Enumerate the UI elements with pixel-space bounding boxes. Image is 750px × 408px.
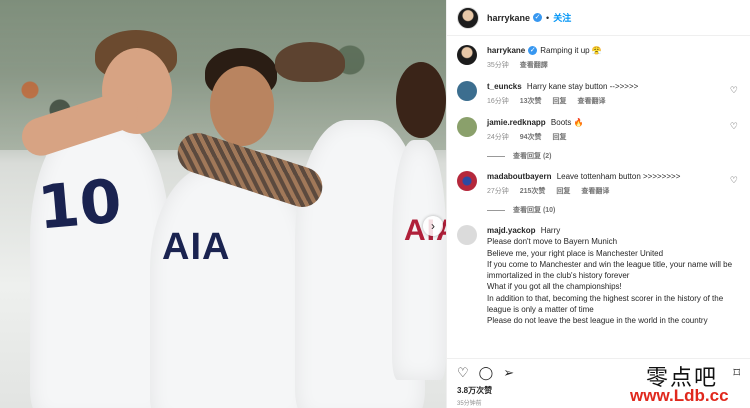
caption: harrykane ✓ Ramping it up 😤 35分钟 查看翻譯 — [457, 45, 740, 71]
comment-time: 24分钟 — [487, 134, 509, 141]
comment-text-line: Believe me, your right place is Manchest… — [487, 248, 664, 258]
comment-text-line: Harry — [540, 226, 561, 235]
verified-badge-icon: ✓ — [528, 46, 538, 56]
comment-avatar[interactable] — [457, 225, 477, 245]
verified-badge-icon: ✓ — [533, 13, 543, 22]
player-far-right — [392, 140, 446, 380]
comment-avatar[interactable] — [457, 117, 477, 137]
caption-meta: 35分钟 查看翻譯 — [487, 60, 740, 71]
player-center-head — [210, 66, 274, 146]
comment-text-line: Please do not leave the best league in t… — [487, 316, 708, 326]
comment-likes[interactable]: 13次赞 — [520, 98, 542, 105]
comment-body: t_euncks Harry kane stay button -->>>>> … — [487, 81, 740, 107]
comment-text-line: Please don't move to Bayern Munich — [487, 237, 618, 247]
player-left — [30, 120, 170, 408]
comment-translate-link[interactable]: 查看翻译 — [577, 98, 605, 105]
comment-text: Boots 🔥 — [550, 118, 584, 127]
author-username[interactable]: harrykane — [487, 13, 530, 23]
comment-avatar[interactable] — [457, 81, 477, 101]
comment-text-line: In addition to that, becoming the highes… — [487, 293, 724, 315]
post-header: harrykane ✓ • 关注 — [447, 0, 750, 36]
comment-reply-button[interactable]: 回复 — [556, 188, 570, 195]
comment-time: 27分钟 — [487, 188, 509, 195]
caption-body: harrykane ✓ Ramping it up 😤 35分钟 查看翻譯 — [487, 45, 740, 71]
player-left-number: 10 — [35, 166, 125, 244]
comment-item: jamie.redknapp Boots 🔥 24分钟 94次赞 回复 ♡ — [457, 117, 740, 143]
view-replies-button[interactable]: 查看回复 (2) — [487, 151, 740, 161]
comment-reply-button[interactable]: 回复 — [553, 134, 567, 141]
next-image-button[interactable]: › — [423, 216, 443, 236]
post-side-panel: harrykane ✓ • 关注 harrykane ✓ Ramping it up… — [446, 0, 750, 408]
comment-text-line: If you come to Manchester and win the le… — [487, 259, 733, 281]
comment-item: t_euncks Harry kane stay button -->>>>> … — [457, 81, 740, 107]
comment-body: majd.yackop Harry Please don't move to B… — [487, 225, 740, 327]
comment-item: madaboutbayern Leave tottenham button >>… — [457, 171, 740, 197]
author-avatar[interactable] — [457, 6, 479, 29]
comment-icon[interactable]: ◯ — [479, 365, 494, 381]
heart-icon[interactable]: ♡ — [457, 365, 469, 381]
comment-time: 16分钟 — [487, 98, 509, 105]
follow-button[interactable]: 关注 — [553, 11, 571, 24]
post-photo[interactable]: 10 AIA 5 AIA › — [0, 0, 446, 408]
comment-like-heart-icon[interactable]: ♡ — [730, 121, 738, 132]
comment-translate-link[interactable]: 查看翻译 — [581, 188, 609, 195]
comment-item: majd.yackop Harry Please don't move to B… — [457, 225, 740, 327]
comment-meta: 16分钟 13次赞 回复 查看翻译 — [487, 96, 740, 107]
comment-username[interactable]: majd.yackop — [487, 226, 535, 235]
caption-avatar[interactable] — [457, 45, 477, 65]
player-right-hair — [275, 42, 345, 82]
comment-body: jamie.redknapp Boots 🔥 24分钟 94次赞 回复 — [487, 117, 740, 143]
comment-meta: 24分钟 94次赞 回复 — [487, 132, 740, 143]
caption-time: 35分钟 — [487, 62, 509, 69]
watermark-url: www.Ldb.cc — [630, 386, 729, 405]
comment-likes[interactable]: 215次赞 — [520, 188, 546, 195]
bookmark-icon[interactable]: ⌑ — [733, 365, 740, 381]
comment-username[interactable]: madaboutbayern — [487, 172, 551, 181]
view-replies-button[interactable]: 查看回复 (10) — [487, 205, 740, 215]
comment-username[interactable]: t_euncks — [487, 82, 522, 91]
comment-reply-button[interactable]: 回复 — [553, 98, 567, 105]
comment-username[interactable]: jamie.redknapp — [487, 118, 546, 127]
comment-text: Leave tottenham button >>>>>>>> — [556, 172, 681, 181]
comments-list[interactable]: harrykane ✓ Ramping it up 😤 35分钟 查看翻譯 t_eu… — [447, 37, 750, 357]
comment-body: madaboutbayern Leave tottenham button >>… — [487, 171, 740, 197]
caption-text: Ramping it up 😤 — [540, 46, 602, 55]
comment-like-heart-icon[interactable]: ♡ — [730, 85, 738, 96]
player-far-right-head — [396, 62, 446, 138]
share-icon[interactable]: ➢ — [503, 365, 514, 381]
caption-translate-link[interactable]: 查看翻譯 — [520, 62, 548, 69]
comment-text: Harry kane stay button -->>>>> — [526, 82, 639, 91]
comment-meta: 27分钟 215次赞 回复 查看翻译 — [487, 186, 740, 197]
comment-text-line: What if you got all the championships! — [487, 282, 622, 292]
comment-likes[interactable]: 94次赞 — [520, 134, 542, 141]
sponsor-logo-center: AIA — [162, 226, 231, 268]
separator-dot: • — [546, 12, 550, 23]
caption-username[interactable]: harrykane — [487, 46, 525, 55]
comment-avatar[interactable] — [457, 171, 477, 191]
comment-like-heart-icon[interactable]: ♡ — [730, 175, 738, 186]
